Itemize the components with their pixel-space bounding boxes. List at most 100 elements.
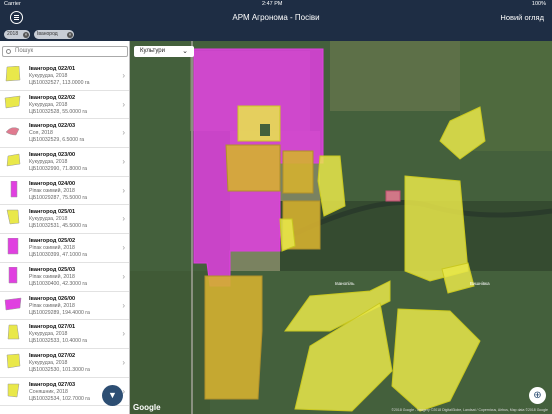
field-corn[interactable]: [317, 155, 346, 217]
field-list: Івангород 022/01 Кукурудза, 2018 ЦБ1003252…: [0, 62, 129, 407]
field-name: Івангород 025/02: [29, 238, 76, 245]
my-location-button[interactable]: ⊕: [529, 387, 546, 404]
field-id: ЦБ10032531, 45.5000 га: [29, 223, 88, 230]
page-title: АРМ Агронома - Посіви: [232, 13, 320, 22]
field-name: Івангород 025/03: [29, 266, 76, 273]
list-item[interactable]: Івангород 025/01 Кукурудза, 2018 ЦБ1003253…: [0, 205, 129, 235]
list-item[interactable]: Івангород 026/00 Ріпак озимий, 2018 ЦБ1002…: [0, 292, 129, 321]
field-shape-icon: [10, 180, 18, 197]
remove-filter-icon[interactable]: ×: [23, 31, 29, 38]
chevron-right-icon: ›: [122, 128, 125, 138]
filter-button[interactable]: ▼: [102, 385, 123, 406]
field-name: Івангород 027/01: [29, 324, 76, 331]
status-bar: Carrier 2:47 PM 100%: [0, 0, 552, 8]
field-shape-icon: [4, 297, 22, 310]
field-id: ЦБ10032533, 10.4000 га: [29, 338, 88, 345]
field-id: ЦБ10032530, 101.3000 га: [29, 366, 90, 373]
field-crop: Кукурудза, 2018: [29, 73, 68, 79]
crop-layer-select[interactable]: Культури ⌄: [134, 46, 194, 57]
chevron-right-icon: ›: [122, 357, 125, 367]
field-id: ЦБ10032990, 71.8000 га: [29, 166, 88, 173]
clock: 2:47 PM: [262, 1, 283, 7]
field-crop: Кукурудза, 2018: [29, 359, 68, 366]
field-id: ЦБ10030400, 42.3000 га: [29, 280, 88, 287]
field-id: ЦБ10030399, 47.1000 га: [29, 252, 88, 259]
map-place-label: Іванопіль: [335, 281, 355, 286]
carrier-label: Carrier: [4, 1, 21, 7]
field-crop: Ріпак озимий, 2018: [29, 245, 75, 252]
chevron-right-icon: ›: [122, 99, 125, 109]
field-shape-icon: [7, 324, 20, 340]
google-logo: Google: [133, 403, 161, 412]
remove-filter-icon[interactable]: ×: [67, 31, 73, 38]
field-hole: [260, 124, 270, 136]
chevron-right-icon: ›: [122, 300, 125, 310]
list-item[interactable]: Івангород 025/02 Ріпак озимий, 2018 ЦБ1003…: [0, 234, 129, 263]
crosshair-icon: ⊕: [533, 390, 542, 401]
field-crop: Кукурудза, 2018: [29, 216, 68, 223]
map-place-label: Вишнівка: [470, 281, 490, 286]
field-shape-icon: [5, 66, 21, 82]
field-corn[interactable]: [279, 218, 296, 252]
list-item[interactable]: Івангород 024/00 Ріпак озимий, 2018 ЦБ1002…: [0, 177, 129, 206]
field-id: ЦБ10032528, 55.0000 га: [29, 108, 88, 115]
field-shape-icon: [5, 127, 20, 136]
field-name: Івангород 027/03: [29, 381, 76, 388]
filter-chip-label: Іванород: [37, 31, 58, 37]
field-name: Івангород 027/02: [29, 352, 76, 359]
filter-chip-location[interactable]: Іванород ×: [34, 30, 74, 39]
field-name: Івангород 022/03: [29, 123, 76, 130]
list-item[interactable]: Івангород 023/00 Кукурудза, 2018 ЦБ1003299…: [0, 148, 129, 177]
filter-icon: ▼: [108, 390, 117, 400]
crop-layer-value: Культури: [140, 48, 165, 54]
field-crop: Кукурудза, 2018: [29, 331, 68, 338]
field-crop: Соняшник, 2018: [29, 388, 68, 395]
chevron-right-icon: ›: [122, 243, 125, 253]
field-shape-icon: [6, 353, 21, 369]
field-shape-icon: [6, 210, 20, 225]
bare-field: [330, 41, 460, 111]
map-view[interactable]: Культури ⌄ Іванопіль Вишнівка Google ©20…: [130, 41, 552, 414]
field-name: Івангород 022/02: [29, 94, 76, 101]
chevron-right-icon: ›: [122, 214, 125, 224]
chevron-right-icon: ›: [122, 329, 125, 339]
field-crop: Ріпак озимий, 2018: [29, 187, 75, 194]
list-item[interactable]: Івангород 027/01 Кукурудза, 2018 ЦБ1003253…: [0, 320, 129, 349]
chevron-right-icon: ›: [122, 185, 125, 195]
field-id: ЦБ10032527, 113.0000 га: [29, 80, 90, 86]
field-wheat[interactable]: [225, 144, 281, 192]
field-wheat[interactable]: [204, 275, 263, 400]
list-item[interactable]: Івангород 025/03 Ріпак озимий, 2018 ЦБ1003…: [0, 263, 129, 292]
field-soy[interactable]: [385, 190, 401, 202]
search-input[interactable]: Пошук: [2, 46, 128, 57]
search-placeholder: Пошук: [15, 48, 34, 54]
field-shape-icon: [6, 153, 21, 167]
list-item[interactable]: Івангород 022/01 Кукурудза, 2018 ЦБ1003252…: [0, 62, 129, 91]
filter-chip-year[interactable]: 2018 ×: [4, 30, 30, 39]
field-name: Івангород 023/00: [29, 152, 76, 159]
field-name: Івангород 024/00: [29, 180, 76, 187]
field-id: ЦБ10032534, 102.7000 га: [29, 395, 90, 402]
field-id: ЦБ10032529, 6.5000 га: [29, 137, 85, 144]
field-shape-icon: [8, 266, 18, 284]
new-inspection-button[interactable]: Новий огляд: [500, 13, 544, 22]
field-shape-icon: [7, 383, 20, 397]
search-icon: [6, 49, 11, 54]
list-item[interactable]: Івангород 027/02 Кукурудза, 2018 ЦБ1003253…: [0, 349, 129, 378]
field-crop: Соя, 2018: [29, 130, 53, 137]
chevron-down-icon: ⌄: [182, 48, 188, 55]
filter-chip-label: 2018: [7, 31, 19, 37]
list-item[interactable]: Івангород 022/03 Соя, 2018 ЦБ10032529, 6.5…: [0, 119, 129, 149]
nav-bar: АРМ Агронома - Посіви Новий огляд: [0, 8, 552, 28]
field-corn[interactable]: [237, 105, 281, 142]
field-name: Івангород 025/01: [29, 209, 76, 216]
field-crop: Ріпак озимий, 2018: [29, 302, 75, 309]
list-item[interactable]: Івангород 022/02 Кукурудза, 2018 ЦБ1003252…: [0, 91, 129, 120]
field-crop: Ріпак озимий, 2018: [29, 273, 75, 280]
field-shape-icon: [7, 238, 19, 255]
satellite-map: [130, 41, 552, 414]
bare-field: [130, 271, 210, 414]
battery-label: 100%: [531, 1, 546, 7]
field-wheat[interactable]: [282, 150, 314, 194]
field-crop: Кукурудза, 2018: [29, 101, 68, 108]
